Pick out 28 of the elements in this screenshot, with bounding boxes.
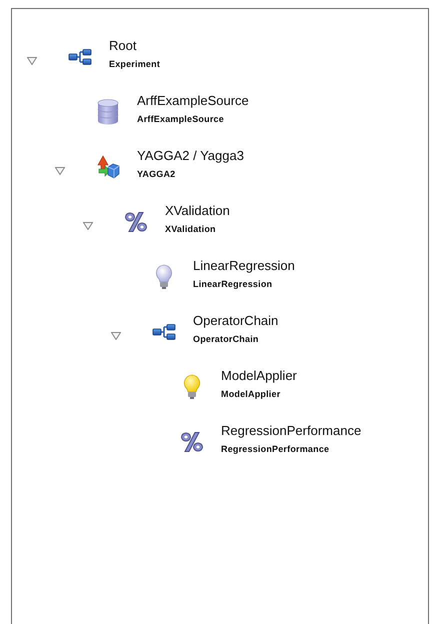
operator-name: YAGGA2 / Yagga3: [137, 148, 244, 163]
chain-icon: [152, 324, 176, 340]
operator-name: OperatorChain: [193, 313, 278, 328]
operator-name: XValidation: [165, 203, 230, 218]
operator-class: ModelApplier: [221, 389, 282, 399]
operator-name: LinearRegression: [193, 258, 295, 273]
collapse-toggle[interactable]: [111, 332, 121, 340]
light-bulb-icon: [183, 374, 201, 400]
operator-class: LinearRegression: [193, 279, 274, 289]
database-icon: [97, 98, 119, 124]
percent-icon: [180, 430, 204, 452]
operator-class: XValidation: [165, 224, 217, 234]
operator-class: RegressionPerformance: [221, 444, 330, 454]
operator-class: Experiment: [109, 59, 160, 69]
shapes-icon: [96, 154, 120, 178]
chain-icon: [68, 48, 92, 64]
operator-name: ArffExampleSource: [137, 93, 249, 108]
collapse-toggle[interactable]: [27, 56, 37, 64]
operator-name: RegressionPerformance: [221, 423, 362, 438]
operator-class: OperatorChain: [193, 334, 260, 344]
percent-icon: [124, 210, 148, 232]
operator-name: Root: [109, 38, 138, 53]
light-bulb-icon: [155, 264, 173, 290]
operator-class: YAGGA2: [137, 169, 176, 179]
operator-name: ModelApplier: [221, 368, 297, 383]
collapse-toggle[interactable]: [83, 222, 93, 230]
operator-class: ArffExampleSource: [137, 114, 225, 124]
collapse-toggle[interactable]: [55, 166, 65, 174]
